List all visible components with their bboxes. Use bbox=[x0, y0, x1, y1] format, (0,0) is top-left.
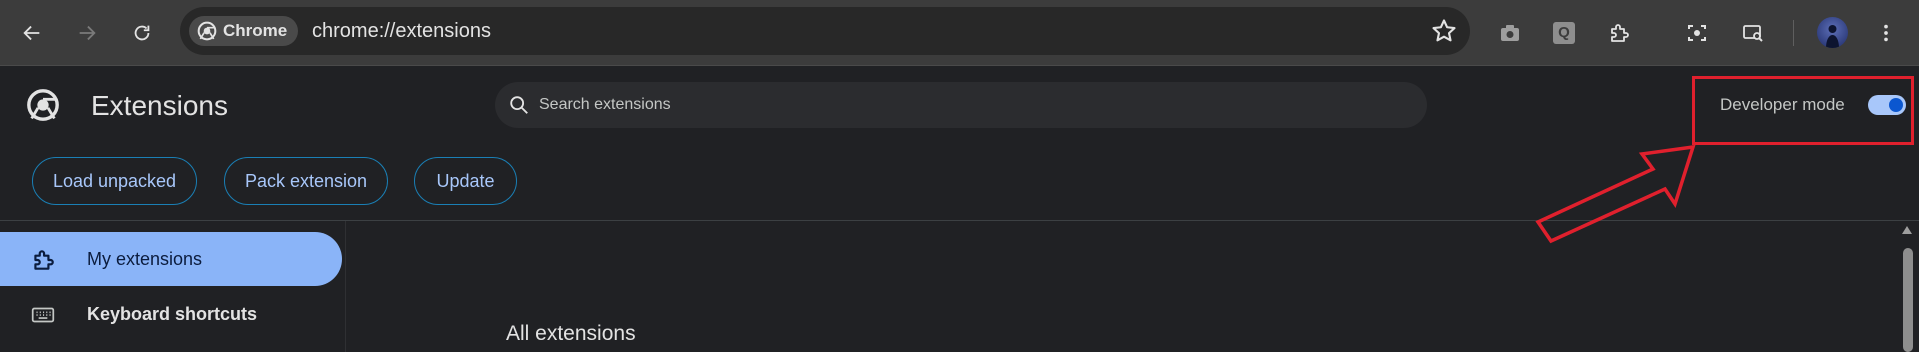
toolbar-separator bbox=[1793, 20, 1794, 46]
search-icon bbox=[510, 96, 528, 114]
sidebar-item-label: Keyboard shortcuts bbox=[87, 304, 258, 324]
back-button[interactable] bbox=[12, 13, 52, 53]
browser-toolbar: Chrome chrome://extensions Q bbox=[0, 0, 1919, 66]
update-button[interactable]: Update bbox=[414, 157, 517, 205]
star-icon[interactable] bbox=[1430, 17, 1458, 45]
q-icon-letter: Q bbox=[1558, 24, 1570, 41]
chrome-icon bbox=[197, 21, 217, 41]
reload-button[interactable] bbox=[122, 13, 162, 53]
annotation-arrow-icon bbox=[1535, 144, 1696, 244]
sidebar-separator bbox=[345, 221, 346, 352]
arrow-right-icon bbox=[79, 25, 96, 41]
annotation-highlight-box bbox=[1692, 76, 1914, 145]
pack-extension-button[interactable]: Pack extension bbox=[224, 157, 388, 205]
address-bar[interactable]: Chrome chrome://extensions bbox=[180, 7, 1470, 55]
sidebar-item-label: My extensions bbox=[87, 249, 203, 269]
url-text[interactable]: chrome://extensions bbox=[312, 7, 491, 55]
extensions-logo-icon bbox=[27, 89, 59, 121]
sidebar: My extensions Keyboard shortcuts bbox=[0, 221, 345, 352]
screenshot-icon bbox=[1688, 25, 1706, 41]
puzzle-icon bbox=[1611, 24, 1629, 42]
extension-q-button[interactable]: Q bbox=[1544, 13, 1584, 53]
reload-icon bbox=[134, 25, 150, 41]
search-input[interactable]: Search extensions bbox=[539, 82, 671, 128]
puzzle-icon bbox=[34, 250, 54, 270]
sidebar-item-my-extensions[interactable]: My extensions bbox=[0, 232, 342, 286]
sidebar-item-keyboard-shortcuts[interactable]: Keyboard shortcuts bbox=[0, 287, 342, 341]
scroll-up-arrow-icon[interactable] bbox=[1900, 224, 1914, 236]
q-icon: Q bbox=[1553, 22, 1575, 44]
search-screen-button[interactable] bbox=[1733, 13, 1773, 53]
scrollbar-thumb[interactable] bbox=[1903, 248, 1913, 352]
extensions-menu-button[interactable] bbox=[1599, 13, 1639, 53]
load-unpacked-button[interactable]: Load unpacked bbox=[32, 157, 197, 205]
site-chip-label: Chrome bbox=[223, 21, 288, 40]
chrome-menu-button[interactable] bbox=[1866, 13, 1906, 53]
extension-camera-button[interactable] bbox=[1490, 13, 1530, 53]
kebab-menu-icon bbox=[1884, 24, 1888, 42]
section-title: All extensions bbox=[506, 322, 636, 345]
profile-avatar[interactable] bbox=[1817, 17, 1848, 48]
site-chip[interactable]: Chrome bbox=[189, 16, 299, 46]
keyboard-icon bbox=[31, 307, 55, 323]
search-screen-icon bbox=[1743, 25, 1763, 42]
screenshot-button[interactable] bbox=[1677, 13, 1717, 53]
arrow-left-icon bbox=[23, 25, 40, 41]
page-title: Extensions bbox=[91, 90, 228, 121]
camera-icon bbox=[1501, 25, 1519, 41]
forward-button[interactable] bbox=[67, 13, 107, 53]
search-extensions-field[interactable]: Search extensions bbox=[495, 82, 1427, 128]
avatar-figure-icon bbox=[1826, 25, 1839, 48]
